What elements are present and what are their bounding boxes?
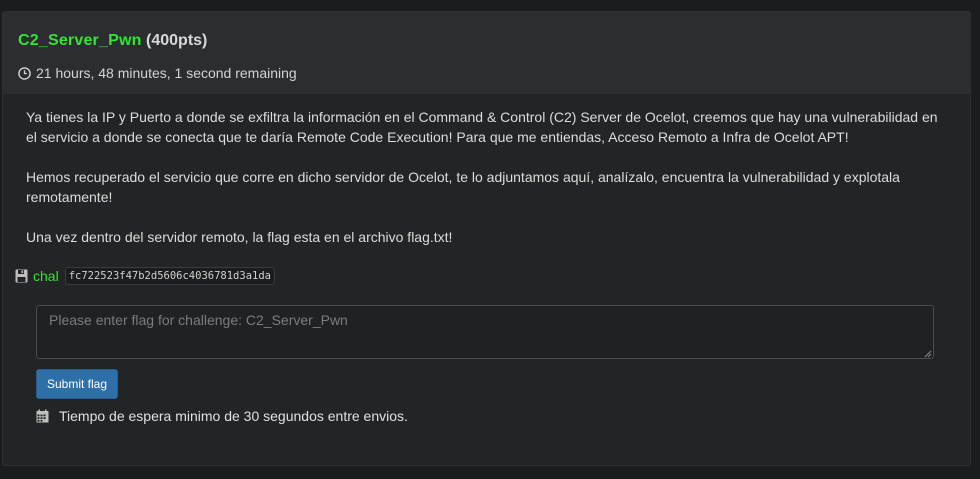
challenge-points: (400pts)	[146, 32, 208, 49]
challenge-title: C2_Server_Pwn (400pts)	[18, 32, 207, 50]
calendar-icon	[36, 409, 49, 423]
description-paragraph: Una vez dentro del servidor remoto, la f…	[26, 229, 453, 245]
file-hash: fc722523f47b2d5606c4036781d3a1da	[64, 267, 275, 285]
time-remaining-text: 21 hours, 48 minutes, 1 second remaining	[36, 65, 297, 81]
wait-notice: Tiempo de espera minimo de 30 segundos e…	[36, 408, 408, 424]
file-download-link[interactable]: chal	[33, 268, 59, 284]
wait-notice-text: Tiempo de espera minimo de 30 segundos e…	[59, 408, 408, 424]
challenge-file: chal fc722523f47b2d5606c4036781d3a1da	[15, 267, 275, 285]
challenge-name: C2_Server_Pwn	[18, 32, 142, 49]
challenge-description: Ya tienes la IP y Puerto a donde se exfi…	[26, 107, 946, 267]
description-paragraph: Ya tienes la IP y Puerto a donde se exfi…	[26, 109, 938, 145]
clock-icon	[18, 66, 31, 80]
description-paragraph: Hemos recuperado el servicio que corre e…	[26, 169, 900, 205]
resize-grip-icon[interactable]	[922, 348, 932, 358]
floppy-disk-icon	[15, 269, 28, 283]
time-remaining: 21 hours, 48 minutes, 1 second remaining	[18, 65, 297, 81]
submit-flag-button[interactable]: Submit flag	[36, 369, 118, 399]
challenge-header: C2_Server_Pwn (400pts) 21 hours, 48 minu…	[3, 12, 970, 95]
flag-input[interactable]	[36, 305, 934, 359]
